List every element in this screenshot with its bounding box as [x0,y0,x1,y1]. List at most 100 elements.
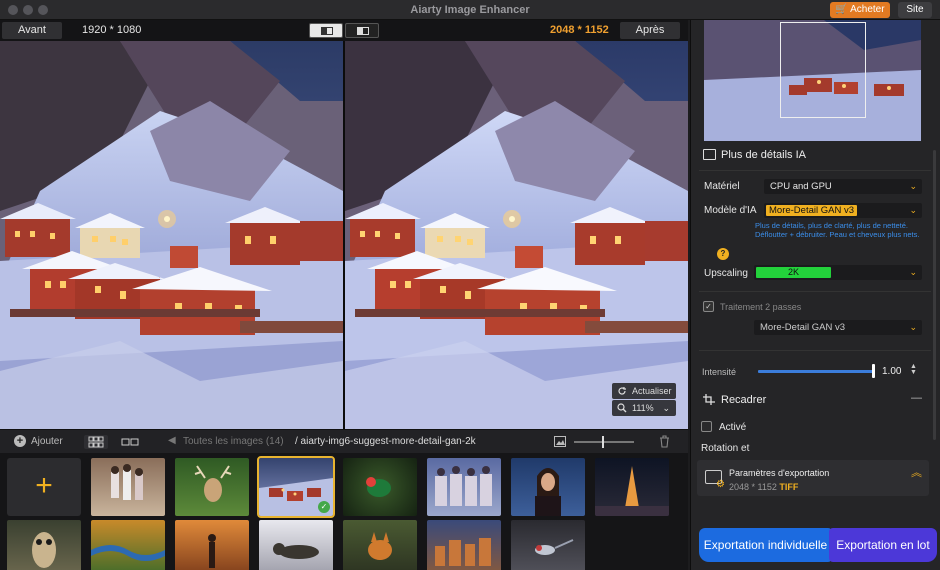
crop-active-label: Activé [719,422,747,433]
after-preview[interactable] [345,41,688,429]
model-value: More-Detail GAN v3 [766,205,857,216]
window-title: Aiarty Image Enhancer [410,4,530,16]
thumb-otter[interactable] [259,520,333,570]
thumb-women[interactable] [427,458,501,516]
split-view-toggle[interactable] [309,23,343,38]
title-bar: Aiarty Image Enhancer 🛒 Acheter Site [0,0,940,20]
intensity-slider-knob[interactable] [872,364,875,378]
export-params-resolution: 2048 * 1152 [729,482,777,492]
thumb-owl[interactable] [7,520,81,570]
grid-view-button[interactable] [84,435,108,449]
thumb-portrait-image [535,468,561,516]
export-params-card[interactable]: ⚙ Paramètres d'exportation 2048 * 1152 T… [697,460,929,496]
zoom-select[interactable]: 111% ⌄ [612,400,676,416]
intensity-slider[interactable] [758,370,874,373]
rotation-label: Rotation et [701,443,750,454]
settings-panel: Plus de détails IA Matériel CPU and GPU … [690,20,940,570]
side-by-side-icon [357,27,369,35]
before-resolution: 1920 * 1080 [82,24,142,36]
model-label: Modèle d'IA [704,205,757,216]
chevron-down-icon: ⌄ [909,267,917,277]
crop-icon [703,394,715,405]
before-tag: Avant [2,22,62,39]
thumb-hummingbird[interactable] [511,520,585,570]
export-single-button[interactable]: Exportation individuelle [699,528,832,562]
material-value: CPU and GPU [770,181,832,192]
panel-scrollbar[interactable] [933,150,936,440]
model-description: Plus de détails, plus de clarté, plus de… [755,221,920,239]
file-toolbar: + Ajouter ◀ Toutes les images (14) / aia… [0,429,688,453]
export-params-title: Paramètres d'exportation [729,468,830,478]
trash-icon[interactable] [659,435,670,448]
app-window: Aiarty Image Enhancer 🛒 Acheter Site Ava… [0,0,940,570]
thumb-tower-image [595,466,669,516]
thumb-bird-image [366,477,391,497]
upscaling-label: Upscaling [704,268,748,279]
thumb-portrait[interactable] [511,458,585,516]
buy-label: Acheter [850,4,885,15]
thumb-autumn-image [208,534,216,568]
all-images-link[interactable]: Toutes les images (14) [183,436,284,447]
crop-active-checkbox[interactable] [701,421,712,432]
after-image [345,41,688,429]
filmstrip-view-button[interactable] [118,435,142,449]
before-preview[interactable] [0,41,343,429]
crop-title: Recadrer [721,394,767,406]
slider-knob[interactable] [602,436,604,448]
buy-button[interactable]: 🛒 Acheter [830,2,890,18]
help-icon[interactable]: ? [717,248,729,260]
two-pass-model-dropdown[interactable]: More-Detail GAN v3 ⌄ [754,320,922,335]
filmstrip-view-icon [121,438,139,446]
crop-collapse-button[interactable]: — [911,392,922,404]
navigator-viewport[interactable] [780,22,866,118]
thumb-tower[interactable] [595,458,669,516]
section-detail-title: Plus de détails IA [721,149,806,161]
after-tag: Après [620,22,680,39]
thumb-village[interactable]: ✓ [257,456,335,518]
add-image-tile[interactable]: + [7,458,81,516]
thumb-city-image [435,538,491,566]
thumb-kids-image [111,464,143,500]
expand-chevron-icon[interactable]: ︽ [911,468,922,479]
before-image [0,41,343,429]
intensity-stepper[interactable]: ▲ ▼ [910,363,917,376]
thumb-bird[interactable] [343,458,417,516]
two-pass-checkbox[interactable]: ✓ [703,301,714,312]
divider [699,291,931,292]
material-dropdown[interactable]: CPU and GPU ⌄ [764,179,922,194]
refresh-icon [618,387,626,395]
thumb-deer[interactable] [175,458,249,516]
cart-icon: 🛒 [835,4,848,15]
thumb-kids[interactable] [91,458,165,516]
chevron-down-icon: ⌄ [909,322,917,332]
add-image-button[interactable]: + Ajouter [14,435,63,447]
back-arrow-icon[interactable]: ◀ [168,435,176,446]
add-label: Ajouter [31,436,63,447]
thumb-fox[interactable] [343,520,417,570]
plus-icon: + [14,435,26,447]
model-dropdown[interactable]: More-Detail GAN v3 ⌄ [764,203,922,218]
chevron-down-icon: ⌄ [909,205,917,215]
thumb-fox-image [368,532,392,560]
navigator-thumbnail[interactable] [704,20,921,141]
plus-icon: + [35,469,53,502]
refresh-button[interactable]: Actualiser [612,383,676,399]
thumb-city[interactable] [427,520,501,570]
side-by-side-toggle[interactable] [345,23,379,38]
after-resolution: 2048 * 1152 [550,24,609,36]
thumb-deer-image [194,465,232,502]
grid-view-icon [88,436,104,448]
thumb-owl-image [32,532,56,568]
thumb-river[interactable] [91,520,165,570]
export-batch-button[interactable]: Exportation en lot [829,528,937,562]
site-button[interactable]: Site [898,2,932,18]
chevron-down-icon: ⌄ [662,403,670,413]
compare-header: Avant 1920 * 1080 2048 * 1152 Après [0,20,688,41]
gear-icon: ⚙ [716,479,725,490]
thumbnail-size-slider[interactable] [574,436,634,448]
thumb-autumn[interactable] [175,520,249,570]
upscaling-dropdown[interactable]: 2K ⌄ [754,265,922,280]
thumb-women-image [435,466,492,506]
detail-ai-icon [703,149,716,160]
intensity-value[interactable]: 1.00 [882,366,901,377]
